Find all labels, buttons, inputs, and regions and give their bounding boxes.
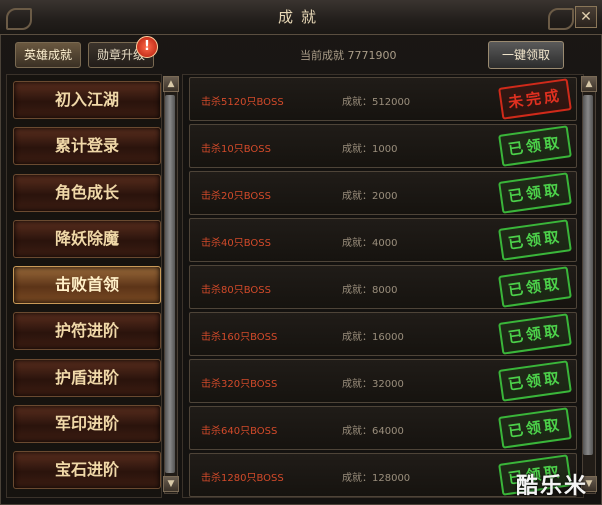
notification-badge-icon: ! [136,36,158,58]
tab-hero-achievement[interactable]: 英雄成就 [15,42,82,68]
status-stamp-claimed: 已领取 [498,172,572,214]
achievement-task: 击杀20只BOSS [201,191,271,202]
achievement-score: 成就：512000 [342,97,411,108]
current-achievement-total: 当前成就 7771900 [300,49,397,62]
category-button[interactable]: 护符进阶 [13,312,161,350]
achievement-row: 击杀5120只BOSS 成就：512000 未完成 [189,77,577,121]
achievement-row: 击杀640只BOSS 成就：64000 已领取 [189,406,577,450]
achievement-score: 成就：8000 [342,285,398,296]
achievement-score: 成就：64000 [342,426,404,437]
status-stamp-claimed: 已领取 [498,219,572,261]
claim-all-button[interactable]: 一键领取 [488,41,564,69]
achievement-task: 击杀1280只BOSS [201,473,284,484]
site-watermark: 酷乐米 [516,474,589,499]
window-title: 成就 [277,8,324,26]
close-button[interactable]: ✕ [575,6,597,28]
achievement-task: 击杀10只BOSS [201,144,271,155]
achievement-row: 击杀320只BOSS 成就：32000 已领取 [189,359,577,403]
category-button[interactable]: 宝石进阶 [13,451,161,489]
achievement-score: 成就：32000 [342,379,404,390]
achievement-score: 成就：2000 [342,191,398,202]
scroll-up-icon[interactable]: ▲ [581,76,597,92]
status-stamp-claimed: 已领取 [498,360,572,402]
achievement-row: 击杀10只BOSS 成就：1000 已领取 [189,124,577,168]
category-button[interactable]: 降妖除魔 [13,220,161,258]
achievement-task: 击杀320只BOSS [201,379,278,390]
achievement-task: 击杀80只BOSS [201,285,271,296]
sidebar-scroll-thumb[interactable] [165,95,175,473]
achievement-score: 成就：1000 [342,144,398,155]
achievement-task: 击杀5120只BOSS [201,97,284,108]
achievement-row: 击杀40只BOSS 成就：4000 已领取 [189,218,577,262]
category-button[interactable]: 护盾进阶 [13,359,161,397]
status-stamp-claimed: 已领取 [498,313,572,355]
sidebar-scrollbar[interactable]: ▲ ▼ [163,76,179,494]
list-scroll-thumb[interactable] [583,95,593,455]
category-button[interactable]: 累计登录 [13,127,161,165]
achievement-row: 击杀80只BOSS 成就：8000 已领取 [189,265,577,309]
achievement-row: 击杀20只BOSS 成就：2000 已领取 [189,171,577,215]
achievement-list: 击杀5120只BOSS 成就：512000 未完成 击杀10只BOSS 成就：1… [182,74,584,498]
status-stamp-claimed: 已领取 [498,266,572,308]
scroll-up-icon[interactable]: ▲ [163,76,179,92]
achievement-task: 击杀40只BOSS [201,238,271,249]
category-sidebar: 初入江湖 累计登录 角色成长 降妖除魔 击败首领 护符进阶 护盾进阶 军印进阶 … [6,74,162,498]
achievement-task: 击杀640只BOSS [201,426,278,437]
achievement-score: 成就：4000 [342,238,398,249]
list-scrollbar[interactable]: ▲ ▼ [581,76,597,494]
category-button[interactable]: 初入江湖 [13,81,161,119]
achievement-score: 成就：16000 [342,332,404,343]
achievement-task: 击杀160只BOSS [201,332,278,343]
title-bar: 成就 [0,0,602,35]
achievement-score: 成就：128000 [342,473,411,484]
category-button[interactable]: 角色成长 [13,174,161,212]
status-stamp-incomplete: 未完成 [498,78,572,120]
category-button[interactable]: 军印进阶 [13,405,161,443]
status-stamp-claimed: 已领取 [498,125,572,167]
category-button-active[interactable]: 击败首领 [13,266,161,304]
achievement-row: 击杀160只BOSS 成就：16000 已领取 [189,312,577,356]
scroll-down-icon[interactable]: ▼ [163,476,179,492]
status-stamp-claimed: 已领取 [498,407,572,449]
